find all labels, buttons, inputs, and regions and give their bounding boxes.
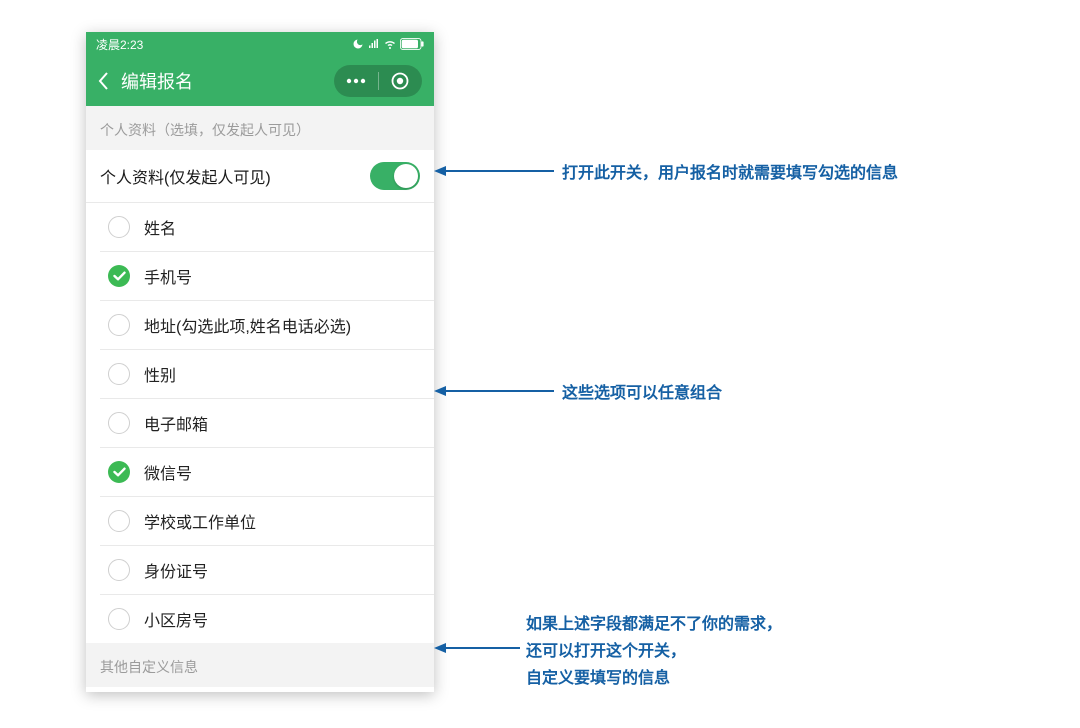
checkbox-icon	[108, 412, 130, 434]
callout-1	[434, 163, 554, 179]
field-option-label: 电子邮箱	[144, 411, 208, 435]
checkbox-icon	[108, 608, 130, 630]
checkmark-icon	[108, 265, 130, 287]
field-option-label: 手机号	[144, 264, 192, 288]
checkbox-icon	[108, 363, 130, 385]
arrow-icon	[434, 383, 554, 399]
field-option-label: 地址(勾选此项,姓名电话必选)	[144, 313, 351, 337]
callout-3-text: 如果上述字段都满足不了你的需求， 还可以打开这个开关， 自定义要填写的信息	[526, 611, 782, 693]
status-bar: 凌晨2:23	[86, 32, 434, 56]
checkbox-icon	[108, 510, 130, 532]
signal-icon	[368, 38, 380, 50]
arrow-icon	[434, 163, 554, 179]
back-icon[interactable]	[98, 71, 109, 91]
target-icon	[391, 72, 409, 90]
field-option[interactable]: 小区房号	[100, 595, 434, 643]
field-option-label: 小区房号	[144, 607, 208, 631]
checkbox-icon	[108, 216, 130, 238]
callout-2-text: 这些选项可以任意组合	[562, 380, 722, 407]
callout-3-line3: 自定义要填写的信息	[526, 665, 782, 692]
field-option-label: 性别	[144, 362, 176, 386]
ellipsis-icon	[346, 78, 366, 84]
moon-icon	[352, 38, 364, 50]
field-option[interactable]: 地址(勾选此项,姓名电话必选)	[100, 301, 434, 350]
personal-info-master-row: 个人资料(仅发起人可见)	[86, 150, 434, 203]
arrow-icon	[434, 640, 520, 656]
section-header-personal: 个人资料（选填，仅发起人可见）	[86, 106, 434, 150]
close-button[interactable]	[379, 65, 423, 97]
personal-info-master-label: 个人资料(仅发起人可见)	[100, 164, 271, 188]
battery-icon	[400, 38, 424, 50]
field-option-label: 姓名	[144, 215, 176, 239]
phone-frame: 凌晨2:23 编辑报名 个人资料（选填，仅发起人可见） 个人资料(仅发起人可见)…	[86, 32, 434, 692]
field-option[interactable]: 性别	[100, 350, 434, 399]
field-option[interactable]: 电子邮箱	[100, 399, 434, 448]
page-title: 编辑报名	[121, 68, 193, 94]
personal-info-toggle[interactable]	[370, 162, 420, 190]
mini-program-capsule	[334, 65, 422, 97]
section-header-custom: 其他自定义信息	[86, 643, 434, 687]
field-option[interactable]: 学校或工作单位	[100, 497, 434, 546]
field-option-label: 身份证号	[144, 558, 208, 582]
nav-bar: 编辑报名	[86, 56, 434, 106]
field-option[interactable]: 微信号	[100, 448, 434, 497]
callout-3-line1: 如果上述字段都满足不了你的需求，	[526, 611, 782, 638]
personal-info-field-list: 姓名手机号地址(勾选此项,姓名电话必选) 性别电子邮箱微信号学校或工作单位身份证号…	[86, 203, 434, 643]
checkmark-icon	[108, 461, 130, 483]
field-option-label: 学校或工作单位	[144, 509, 256, 533]
status-time: 凌晨2:23	[96, 36, 143, 53]
menu-button[interactable]	[334, 65, 378, 97]
callout-2	[434, 383, 554, 399]
field-option[interactable]: 姓名	[100, 203, 434, 252]
status-indicators	[352, 38, 424, 50]
callout-3-line2: 还可以打开这个开关，	[526, 638, 782, 665]
checkbox-icon	[108, 559, 130, 581]
field-option[interactable]: 手机号	[100, 252, 434, 301]
wifi-icon	[384, 38, 396, 50]
callout-1-text: 打开此开关，用户报名时就需要填写勾选的信息	[562, 160, 898, 187]
field-option[interactable]: 身份证号	[100, 546, 434, 595]
callout-3	[434, 640, 520, 656]
field-option-label: 微信号	[144, 460, 192, 484]
custom-info-row: 其它自定义信息	[86, 687, 434, 692]
checkbox-icon	[108, 314, 130, 336]
